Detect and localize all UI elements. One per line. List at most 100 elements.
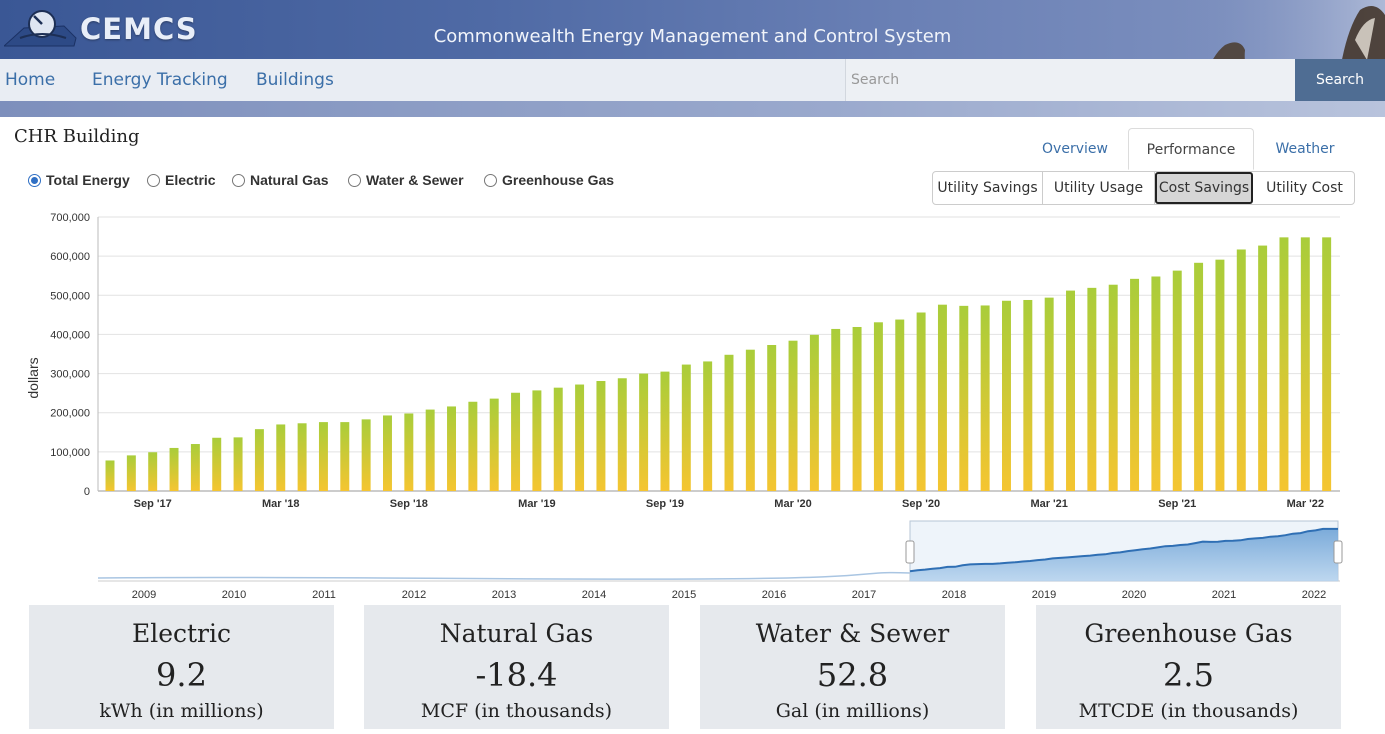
utility-usage-button[interactable]: Utility Usage	[1043, 172, 1155, 204]
bar[interactable]	[895, 319, 905, 491]
x-tick-label: Sep '20	[902, 498, 940, 510]
bar[interactable]	[105, 460, 115, 491]
bar[interactable]	[1151, 276, 1161, 491]
tab-performance[interactable]: Performance	[1128, 128, 1254, 170]
bar[interactable]	[873, 322, 883, 491]
bar[interactable]	[553, 387, 563, 491]
page-title: CHR Building	[14, 126, 140, 147]
bar[interactable]	[1108, 284, 1118, 491]
bar[interactable]	[660, 371, 670, 491]
tab-weather[interactable]: Weather	[1262, 128, 1348, 170]
radio-electric[interactable]: Electric	[147, 172, 216, 188]
bar[interactable]	[297, 423, 307, 491]
bar[interactable]	[596, 381, 606, 491]
bar[interactable]	[809, 334, 819, 491]
y-tick-label: 0	[84, 486, 90, 498]
bar[interactable]	[425, 409, 435, 491]
bar[interactable]	[575, 384, 585, 491]
radio-label: Water & Sewer	[366, 172, 464, 188]
y-axis-ticks: 0 100,000 200,000 300,000 400,000 500,000 600,…	[50, 212, 90, 498]
bar[interactable]	[937, 304, 947, 491]
y-tick-label: 300,000	[50, 369, 90, 381]
bar[interactable]	[276, 424, 286, 491]
stat-value: 2.5	[1163, 656, 1214, 694]
bar[interactable]	[447, 406, 456, 491]
bar[interactable]	[212, 437, 222, 491]
bar[interactable]	[233, 437, 243, 491]
bar[interactable]	[852, 326, 862, 491]
bar[interactable]	[681, 364, 691, 491]
bar[interactable]	[404, 413, 414, 491]
bar[interactable]	[190, 444, 200, 491]
bar[interactable]	[489, 398, 499, 491]
stat-unit: MCF (in thousands)	[420, 700, 613, 722]
utility-savings-button[interactable]: Utility Savings	[933, 172, 1043, 204]
bar[interactable]	[318, 422, 328, 491]
bar[interactable]	[532, 390, 542, 491]
bar[interactable]	[1130, 278, 1140, 491]
bar[interactable]	[169, 447, 179, 491]
bar[interactable]	[916, 312, 926, 491]
nav-energy-tracking[interactable]: Energy Tracking	[92, 70, 228, 90]
bar[interactable]	[511, 392, 521, 491]
bar[interactable]	[1322, 237, 1332, 491]
navigator-left-handle[interactable]	[905, 540, 915, 564]
cost-savings-button[interactable]: Cost Savings	[1155, 172, 1253, 204]
bar[interactable]	[383, 415, 392, 491]
nav-banner-band	[0, 101, 1385, 117]
bar[interactable]	[767, 344, 777, 491]
radio-total-energy[interactable]: Total Energy	[28, 172, 130, 188]
bar[interactable]	[959, 305, 969, 491]
bar[interactable]	[1023, 299, 1033, 491]
bar[interactable]	[1044, 297, 1054, 491]
bar[interactable]	[1300, 237, 1310, 491]
bar[interactable]	[639, 373, 649, 491]
x-tick-label: Mar '22	[1287, 498, 1324, 510]
bar[interactable]	[1215, 259, 1225, 491]
utility-cost-button[interactable]: Utility Cost	[1255, 172, 1354, 204]
bar[interactable]	[980, 305, 990, 491]
stat-title: Water & Sewer	[755, 619, 950, 648]
bar[interactable]	[361, 419, 371, 491]
tab-overview[interactable]: Overview	[1030, 128, 1120, 170]
stat-unit: Gal (in millions)	[775, 700, 930, 722]
bar[interactable]	[1087, 287, 1097, 491]
bar[interactable]	[126, 455, 136, 491]
radio-unchecked-icon	[348, 174, 361, 187]
radio-unchecked-icon	[147, 174, 160, 187]
bar[interactable]	[1002, 300, 1011, 491]
bar[interactable]	[340, 422, 350, 491]
chart-navigator[interactable]: 2009 2010 2011 2012 2013 2014 2015 2016 2017 2018…	[97, 520, 1343, 601]
bar[interactable]	[1279, 237, 1289, 491]
stat-unit: kWh (in millions)	[99, 700, 264, 722]
y-tick-label: 100,000	[50, 447, 90, 459]
search-input[interactable]	[845, 59, 1295, 101]
bar[interactable]	[148, 452, 158, 491]
radio-checked-icon	[28, 174, 41, 187]
y-tick-label: 600,000	[50, 251, 90, 263]
radio-water-sewer[interactable]: Water & Sewer	[348, 172, 464, 188]
nav-buildings[interactable]: Buildings	[256, 70, 334, 90]
radio-natural-gas[interactable]: Natural Gas	[232, 172, 329, 188]
bar[interactable]	[1172, 270, 1182, 491]
stat-title: Greenhouse Gas	[1084, 619, 1293, 648]
navigator-right-handle[interactable]	[1333, 540, 1343, 564]
bar[interactable]	[788, 340, 798, 491]
bar[interactable]	[1236, 249, 1246, 491]
bar[interactable]	[1258, 245, 1268, 491]
navigator-year-label: 2021	[1212, 589, 1236, 601]
bar[interactable]	[745, 349, 755, 491]
bar[interactable]	[831, 328, 841, 491]
search-button[interactable]: Search	[1295, 59, 1385, 101]
nav-home[interactable]: Home	[5, 70, 55, 90]
radio-greenhouse-gas[interactable]: Greenhouse Gas	[484, 172, 614, 188]
bar[interactable]	[468, 401, 478, 491]
x-tick-label: Mar '20	[774, 498, 811, 510]
bar[interactable]	[724, 354, 734, 491]
radio-label: Greenhouse Gas	[502, 172, 615, 188]
bar[interactable]	[617, 378, 627, 491]
bar[interactable]	[1066, 290, 1075, 491]
bar[interactable]	[1194, 262, 1204, 491]
bar[interactable]	[254, 429, 264, 491]
bar[interactable]	[703, 361, 713, 491]
